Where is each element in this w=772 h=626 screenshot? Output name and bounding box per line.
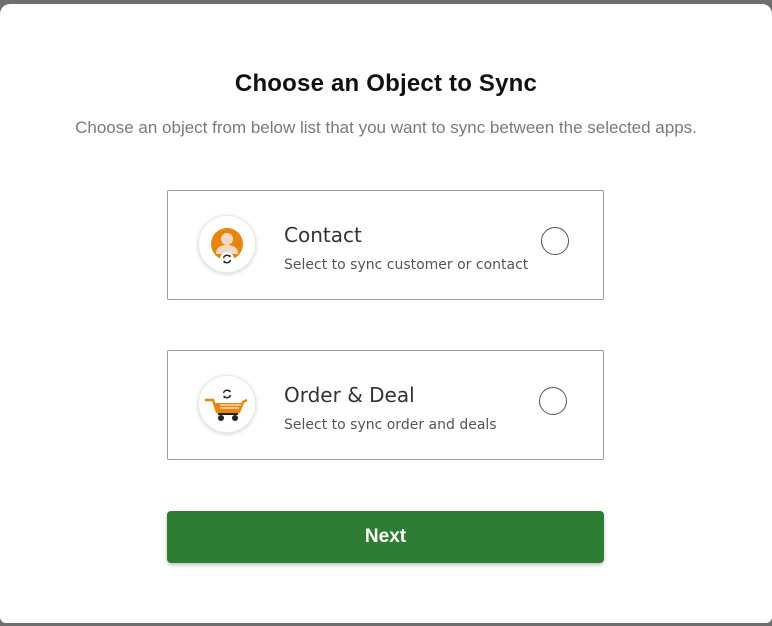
- cart-sync-icon: [198, 375, 256, 433]
- option-order-deal[interactable]: Order & Deal Select to sync order and de…: [167, 350, 604, 460]
- dialog-title: Choose an Object to Sync: [234, 70, 538, 97]
- option-title: Order & Deal: [284, 383, 415, 407]
- sync-object-dialog: Choose an Object to Sync Choose an objec…: [0, 4, 772, 623]
- option-title: Contact: [284, 223, 362, 247]
- option-description: Select to sync customer or contact: [284, 257, 529, 273]
- next-button[interactable]: Next: [167, 511, 604, 563]
- option-contact[interactable]: Contact Select to sync customer or conta…: [167, 190, 604, 300]
- contact-sync-icon: [198, 215, 256, 273]
- contact-radio[interactable]: [541, 227, 569, 255]
- dialog-subtitle: Choose an object from below list that yo…: [75, 118, 697, 137]
- option-description: Select to sync order and deals: [284, 417, 497, 433]
- order-deal-radio[interactable]: [539, 387, 567, 415]
